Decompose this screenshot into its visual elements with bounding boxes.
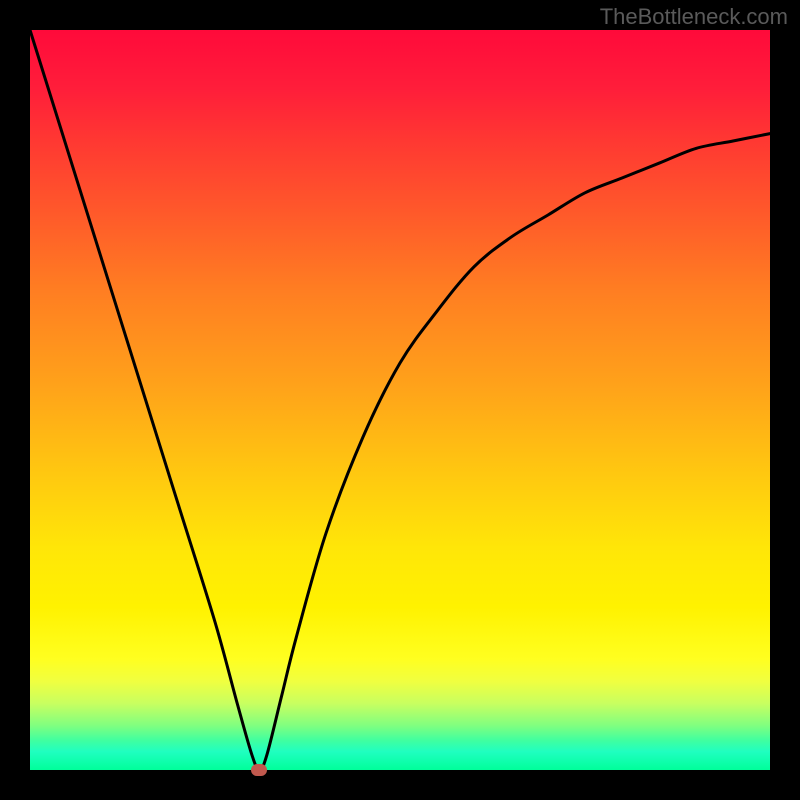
chart-container: TheBottleneck.com (0, 0, 800, 800)
watermark-text: TheBottleneck.com (600, 4, 788, 30)
minimum-marker (251, 764, 267, 776)
plot-area (30, 30, 770, 770)
curve-svg (30, 30, 770, 770)
bottleneck-curve-path (30, 30, 770, 770)
